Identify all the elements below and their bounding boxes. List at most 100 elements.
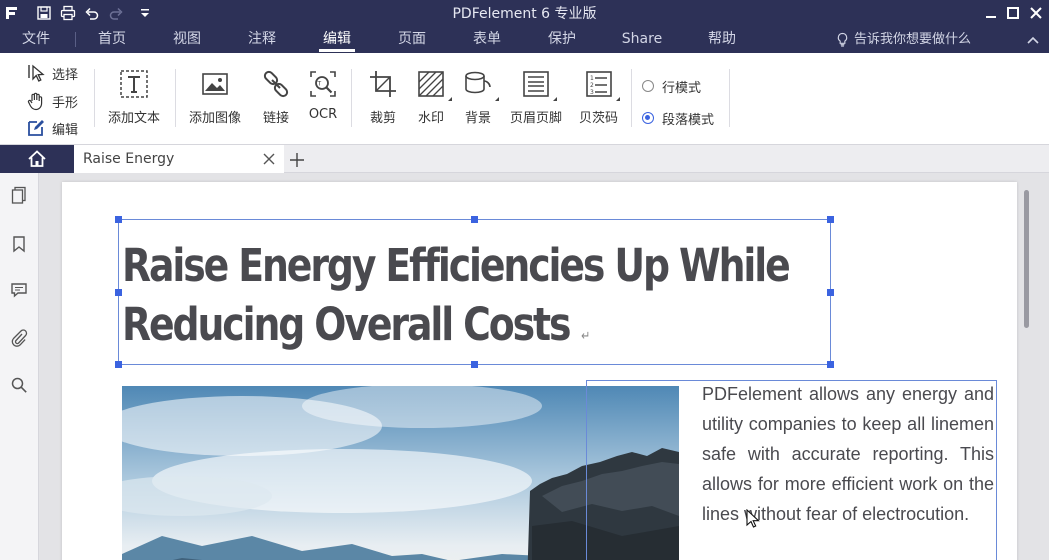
menu-divider [75,32,76,47]
menu-bar: 文件 首页 视图 注释 编辑 页面 表单 保护 Share 帮助 告诉我你想要做… [0,26,1049,53]
comments-icon[interactable] [8,279,30,301]
headline-line-2-text: Reducing Overall Costs [122,298,572,351]
menu-protect[interactable]: 保护 [536,26,588,53]
resize-handle[interactable] [115,361,122,368]
header-footer-icon [523,71,549,97]
menu-share[interactable]: Share [611,26,673,53]
bates-number-label: 贝茨码 [579,111,619,126]
link-icon [263,70,289,98]
hand-mode-button[interactable]: 手形 [26,90,78,112]
app-logo-icon[interactable] [2,3,22,23]
watermark-icon [418,71,444,97]
paragraph-mode-radio[interactable] [642,112,654,124]
svg-text:1: 1 [590,75,594,82]
add-image-button[interactable]: 添加图像 [189,67,241,127]
home-tab[interactable] [0,145,74,173]
ribbon-divider [175,69,176,127]
numbered-list-icon: 123 [585,71,612,97]
edit-mode-button[interactable]: 编辑 [26,117,78,139]
ocr-icon: T [310,71,336,97]
menu-home[interactable]: 首页 [86,26,138,53]
resize-handle[interactable] [827,361,834,368]
collapse-ribbon-button[interactable] [1024,31,1042,49]
paragraph-mode-option[interactable]: 段落模式 [642,109,715,128]
close-button[interactable] [1021,0,1049,26]
title-bar: PDFelement 6 专业版 [0,0,1049,26]
header-footer-button[interactable]: 页眉页脚 [510,67,562,127]
paint-bucket-icon [465,71,491,94]
line-mode-option[interactable]: 行模式 [642,77,702,96]
help-search-label: 告诉我你想要做什么 [854,32,972,47]
hand-mode-label: 手形 [52,95,79,111]
svg-text:T: T [317,81,322,88]
edit-pencil-icon [28,120,44,136]
paragraph-return-mark: ↵ [581,329,591,344]
app-title: PDFelement 6 专业版 [452,6,597,22]
add-text-icon [120,70,148,98]
undo-icon[interactable] [82,3,102,23]
redo-icon[interactable] [106,3,126,23]
ocr-label: OCR [308,107,338,122]
ocr-button[interactable]: T OCR [306,67,340,127]
attachment-icon[interactable] [8,327,30,349]
hand-icon [27,92,43,111]
ribbon-toolbar: 选择 手形 编辑 添加文本 添加图像 链接 T OCR 裁剪 水印 背景 页眉页… [0,53,1049,145]
add-image-label: 添加图像 [189,111,242,126]
header-footer-label: 页眉页脚 [510,111,563,126]
help-search[interactable]: 告诉我你想要做什么 [835,26,971,53]
document-viewport[interactable]: Raise Energy Efficiencies Up While Reduc… [39,173,1049,560]
menu-comment[interactable]: 注释 [236,26,288,53]
watermark-label: 水印 [417,111,444,126]
crop-button[interactable]: 裁剪 [366,67,400,127]
thumbnails-icon[interactable] [8,184,30,206]
select-arrow-icon [28,64,45,82]
background-button[interactable]: 背景 [461,67,499,127]
bates-number-button[interactable]: 123 贝茨码 [579,67,620,127]
home-icon [28,150,46,167]
resize-handle[interactable] [827,216,834,223]
add-text-label: 添加文本 [108,111,161,126]
chevron-up-icon [1027,36,1039,44]
add-tab-icon[interactable] [288,151,306,169]
resize-handle[interactable] [115,216,122,223]
customize-toolbar-icon[interactable] [135,3,155,23]
headline-line-2: Reducing Overall Costs ↵ [122,295,727,366]
pdf-page[interactable]: Raise Energy Efficiencies Up While Reduc… [62,182,1017,560]
background-label: 背景 [464,111,491,126]
close-tab-icon[interactable] [262,152,276,166]
menu-page[interactable]: 页面 [386,26,438,53]
document-tab-bar: Raise Energy [0,145,1049,173]
line-mode-radio[interactable] [642,80,654,92]
body-paragraph[interactable]: PDFelement allows any energy and utility… [702,379,994,529]
ribbon-divider [631,69,632,127]
vertical-scrollbar[interactable] [1024,190,1029,328]
resize-handle[interactable] [115,289,122,296]
select-mode-button[interactable]: 选择 [26,62,78,84]
print-icon[interactable] [58,3,78,23]
resize-handle[interactable] [471,216,478,223]
add-text-button[interactable]: 添加文本 [108,67,160,127]
mouse-pointer-icon [746,509,760,528]
link-button[interactable]: 链接 [259,67,293,127]
svg-text:2: 2 [590,82,594,89]
image-icon [202,73,228,95]
line-mode-label: 行模式 [662,80,702,96]
search-icon[interactable] [8,374,30,396]
save-icon[interactable] [34,3,54,23]
document-tab[interactable]: Raise Energy [74,145,284,173]
paragraph-mode-label: 段落模式 [662,112,715,128]
menu-edit[interactable]: 编辑 [311,26,363,53]
resize-handle[interactable] [827,289,834,296]
ribbon-divider [351,69,352,127]
menu-view[interactable]: 视图 [161,26,213,53]
document-tab-title: Raise Energy [83,151,175,167]
svg-text:3: 3 [590,89,594,96]
menu-help[interactable]: 帮助 [696,26,748,53]
edit-mode-label: 编辑 [52,122,79,138]
menu-file[interactable]: 文件 [10,26,62,53]
crop-label: 裁剪 [369,111,396,126]
bookmark-icon[interactable] [8,233,30,255]
watermark-button[interactable]: 水印 [414,67,452,127]
menu-form[interactable]: 表单 [461,26,513,53]
document-headline[interactable]: Raise Energy Efficiencies Up While Reduc… [122,236,791,366]
